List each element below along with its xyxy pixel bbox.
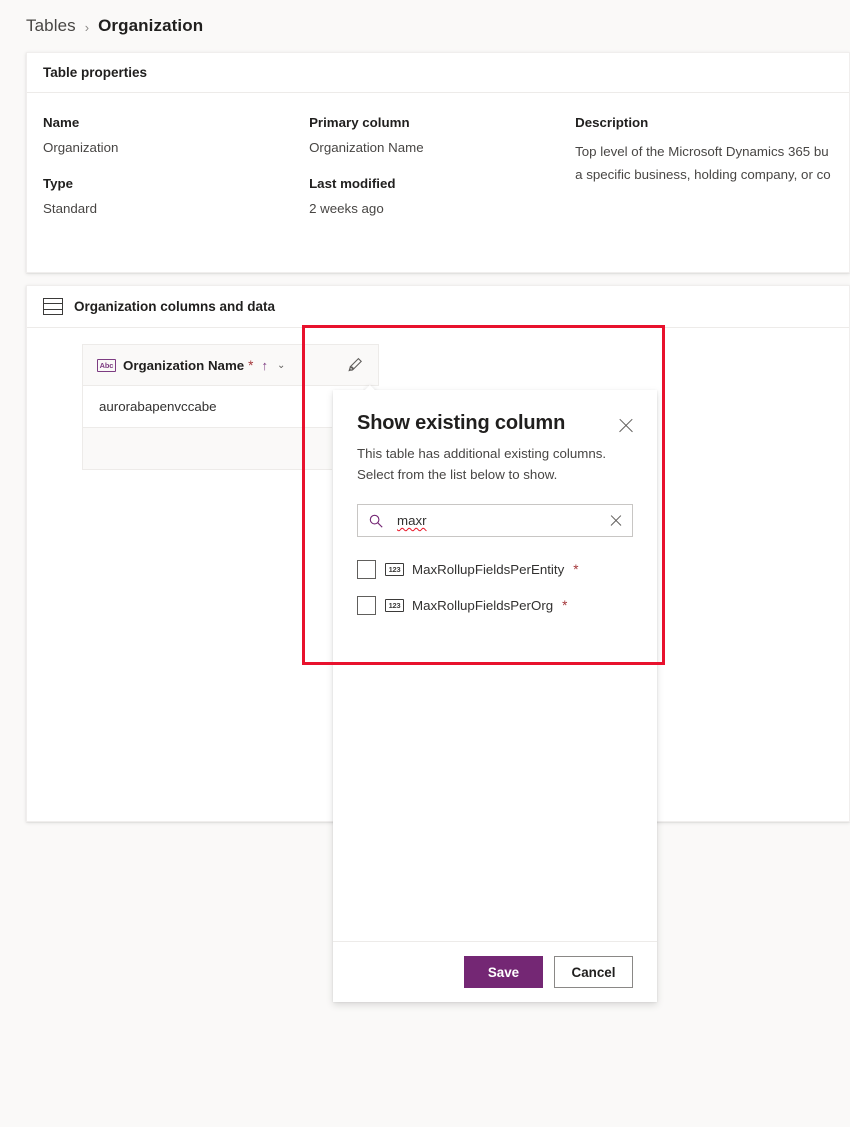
- panel-description: This table has additional existing colum…: [357, 446, 607, 482]
- panel-footer: Save Cancel: [333, 941, 657, 1002]
- cell-organization-name: aurorabapenvccabe: [99, 399, 217, 414]
- number-type-icon: 123: [385, 562, 404, 576]
- grid-column-organization-name: Abc Organization Name * ↑ ⌄ aurorabapenv…: [82, 344, 332, 470]
- breadcrumb-current-organization: Organization: [98, 16, 204, 35]
- search-input-value: maxr: [397, 513, 427, 528]
- table-properties-header: Table properties: [27, 53, 849, 93]
- required-asterisk: *: [573, 561, 579, 577]
- existing-columns-list: 123 MaxRollupFieldsPerEntity * 123 MaxRo…: [357, 551, 633, 623]
- column-required-asterisk: *: [248, 357, 254, 373]
- required-asterisk: *: [562, 597, 568, 613]
- panel-title: Show existing column: [357, 412, 566, 434]
- list-item[interactable]: 123 MaxRollupFieldsPerOrg *: [357, 587, 633, 623]
- property-label-name: Name: [43, 115, 80, 130]
- panel-body: Show existing column This table has addi…: [333, 390, 657, 941]
- property-value-type: Standard: [43, 201, 97, 216]
- property-value-description-line1: Top level of the Microsoft Dynamics 365 …: [575, 144, 829, 159]
- columns-and-data-header: Organization columns and data: [27, 286, 849, 328]
- panel-header: Show existing column: [357, 412, 633, 435]
- table-properties-body: Name Organization Type Standard Primary …: [27, 93, 849, 216]
- number-type-icon: 123: [385, 598, 404, 612]
- table-grid-icon: [43, 298, 63, 315]
- property-label-primary-column: Primary column: [309, 115, 410, 130]
- list-item[interactable]: 123 MaxRollupFieldsPerEntity *: [357, 551, 633, 587]
- table-properties-title: Table properties: [43, 65, 148, 80]
- search-input[interactable]: maxr: [357, 504, 633, 537]
- cancel-button[interactable]: Cancel: [554, 956, 633, 988]
- save-button[interactable]: Save: [464, 956, 543, 988]
- property-label-description: Description: [575, 115, 649, 130]
- checkbox[interactable]: [357, 595, 376, 615]
- list-item-label: MaxRollupFieldsPerEntity: [412, 561, 565, 577]
- list-item-label: MaxRollupFieldsPerOrg: [412, 597, 554, 613]
- close-icon[interactable]: [617, 417, 635, 435]
- property-value-primary-column: Organization Name: [309, 140, 424, 155]
- text-type-icon: Abc: [97, 358, 116, 372]
- checkbox[interactable]: [357, 559, 376, 579]
- property-value-description-line2: a specific business, holding company, or…: [575, 167, 831, 182]
- column-header-organization-name[interactable]: Abc Organization Name * ↑ ⌄: [82, 344, 332, 386]
- search-icon: [369, 514, 383, 528]
- table-row-empty[interactable]: [82, 428, 332, 470]
- show-existing-column-panel: Show existing column This table has addi…: [333, 390, 657, 1002]
- property-value-last-modified: 2 weeks ago: [309, 201, 384, 216]
- property-group-name: Name Organization Type Standard: [43, 115, 309, 216]
- sort-ascending-icon[interactable]: ↑: [261, 358, 268, 373]
- pencil-icon: [347, 357, 363, 373]
- property-group-description: Description Top level of the Microsoft D…: [575, 115, 849, 216]
- breadcrumb-separator-icon: ›: [84, 19, 90, 35]
- breadcrumb-link-tables[interactable]: Tables: [26, 16, 76, 36]
- breadcrumb: Tables › Organization: [26, 2, 203, 50]
- property-value-name: Organization: [43, 140, 119, 155]
- chevron-down-icon[interactable]: ⌄: [277, 360, 285, 371]
- clear-search-icon[interactable]: [609, 514, 623, 528]
- table-properties-card: Table properties Name Organization Type …: [26, 52, 850, 273]
- property-label-last-modified: Last modified: [309, 176, 396, 191]
- table-row[interactable]: aurorabapenvccabe: [82, 386, 332, 428]
- columns-and-data-title: Organization columns and data: [74, 299, 276, 314]
- callout-beak: [363, 381, 381, 390]
- property-group-primary-column: Primary column Organization Name Last mo…: [309, 115, 575, 216]
- edit-column-button[interactable]: [332, 344, 379, 386]
- column-header-label: Organization Name: [123, 357, 245, 373]
- property-label-type: Type: [43, 176, 74, 191]
